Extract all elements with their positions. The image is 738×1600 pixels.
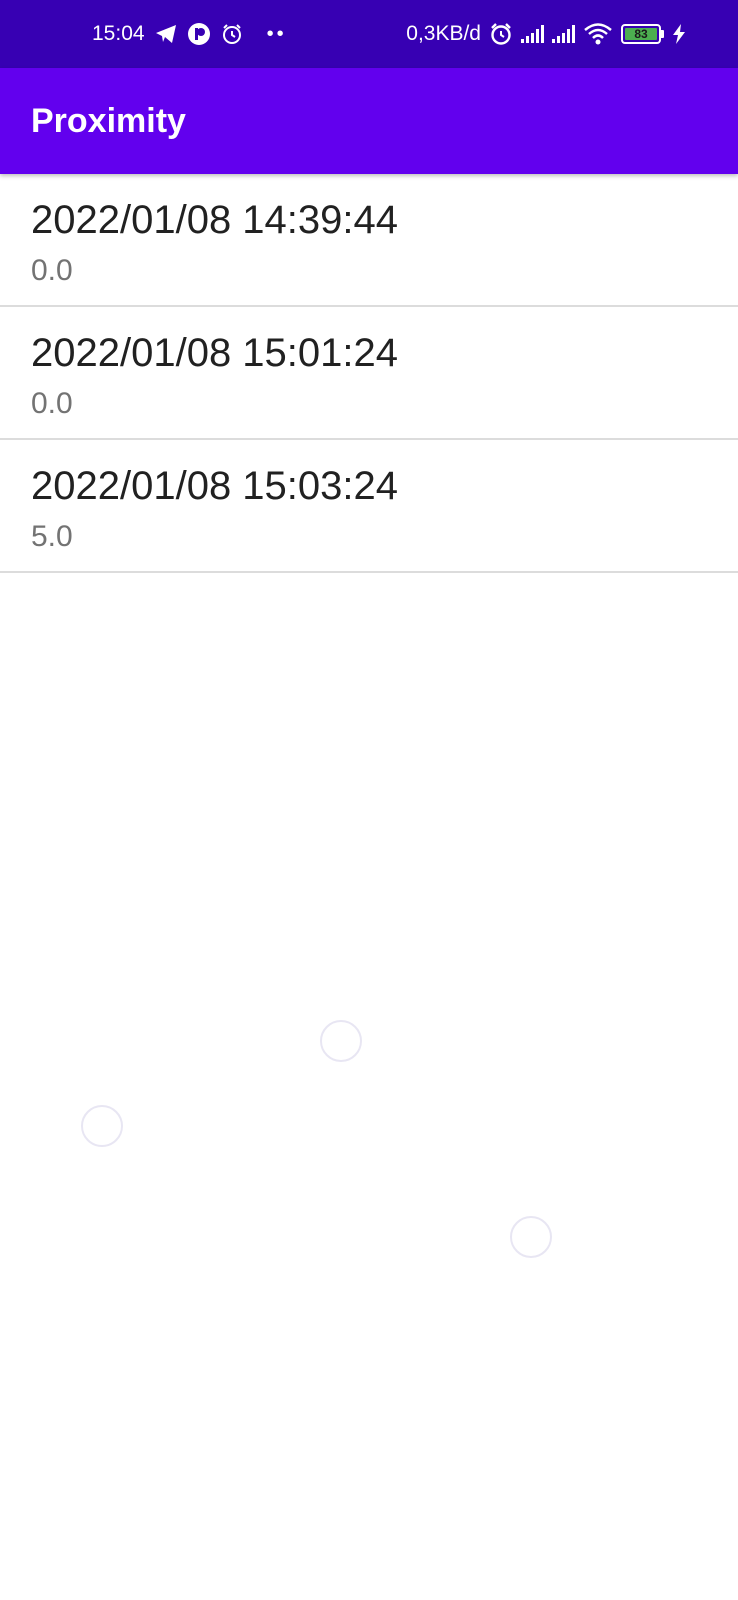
status-bar-left: 15:04 •• <box>92 0 287 78</box>
faint-circle-decoration <box>320 1020 362 1062</box>
network-speed: 0,3KB/d <box>406 22 481 45</box>
charging-icon <box>672 24 686 44</box>
reading-value: 0.0 <box>31 387 73 420</box>
status-bar-right: 0,3KB/d 83 <box>406 0 686 78</box>
overflow-dots: •• <box>266 22 287 45</box>
faint-circle-decoration <box>510 1216 552 1258</box>
app-bar: Proximity <box>0 68 738 174</box>
alarm-icon <box>221 23 243 45</box>
list-item[interactable]: 2022/01/08 14:39:44 0.0 <box>0 174 738 307</box>
app-notification-icon <box>187 22 211 46</box>
reading-value: 5.0 <box>31 520 73 553</box>
telegram-icon <box>155 24 177 44</box>
reading-timestamp: 2022/01/08 15:03:24 <box>31 464 399 508</box>
battery-icon: 83 <box>621 24 664 44</box>
alarm-icon <box>489 22 513 46</box>
page-title: Proximity <box>31 102 186 140</box>
signal-icon <box>521 25 544 43</box>
reading-value: 0.0 <box>31 254 73 287</box>
list-item[interactable]: 2022/01/08 15:01:24 0.0 <box>0 307 738 440</box>
reading-timestamp: 2022/01/08 15:01:24 <box>31 331 399 375</box>
wifi-icon <box>583 22 613 46</box>
reading-timestamp: 2022/01/08 14:39:44 <box>31 198 399 242</box>
battery-level: 83 <box>625 27 657 41</box>
faint-circle-decoration <box>81 1105 123 1147</box>
status-bar: 15:04 •• 0,3KB/d 83 <box>0 0 738 68</box>
readings-list: 2022/01/08 14:39:44 0.0 2022/01/08 15:01… <box>0 174 738 573</box>
signal-icon <box>552 25 575 43</box>
list-item[interactable]: 2022/01/08 15:03:24 5.0 <box>0 440 738 573</box>
clock: 15:04 <box>92 22 145 45</box>
